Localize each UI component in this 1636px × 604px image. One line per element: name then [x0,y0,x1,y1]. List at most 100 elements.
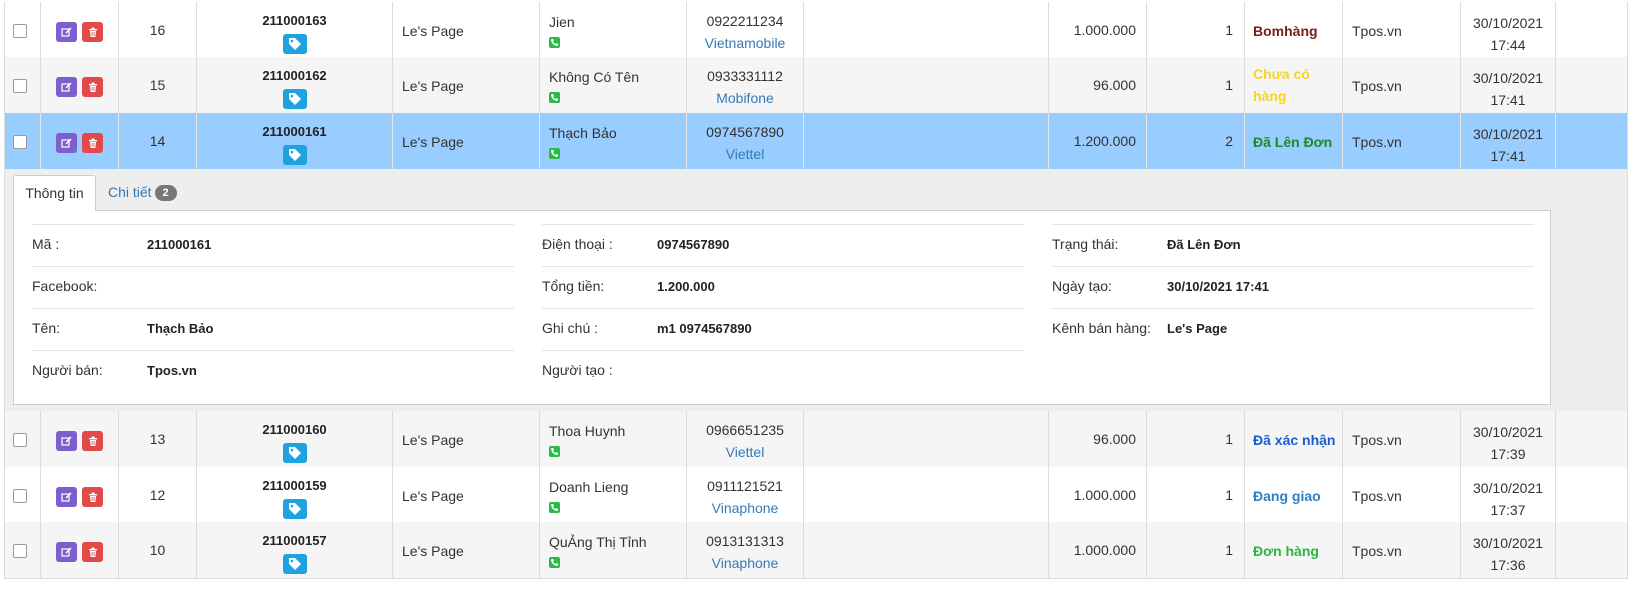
tag-icon [288,38,301,50]
cell-phone: 0966651235 Viettel [687,411,804,468]
tab-detail[interactable]: Chi tiết 2 [108,175,177,211]
detail-field: Người tạo : [542,350,1024,392]
edit-button[interactable] [56,542,77,562]
detail-field: Facebook: [32,266,514,308]
cell-cust: Thạch Bảo [540,113,687,170]
detail-field: Người bán: Tpos.vn [32,350,514,392]
cell-chk [5,467,41,524]
status-label: Đã xác nhận [1253,432,1336,448]
field-label: Điện thoại : [542,236,613,252]
network-link[interactable]: Mobifone [687,90,803,106]
edit-icon [61,435,72,446]
status-label: Đơn hàng [1253,543,1319,559]
field-label: Trạng thái: [1052,236,1119,252]
phone-icon[interactable] [549,148,560,159]
detail-column-2: Điện thoại : 0974567890 Tổng tiền: 1.200.00… [542,224,1024,392]
cell-page: Le's Page [393,57,540,114]
seller-name: Tpos.vn [1352,78,1402,94]
seller-name: Tpos.vn [1352,432,1402,448]
tag-button[interactable] [282,89,307,109]
cell-note [804,522,1049,579]
field-label: Ngày tạo: [1052,278,1112,294]
cell-note [804,411,1049,468]
network-link[interactable]: Vinaphone [687,555,803,571]
table-row[interactable]: 15 211000162 Le's Page Không Có Tên 09333311… [4,57,1628,114]
cell-note [804,2,1049,59]
cell-date: 30/10/2021 17:41 [1461,113,1556,170]
customer-name: QuẢng Thị Tỉnh [549,534,647,550]
customer-name: Thạch Bảo [549,125,617,141]
phone-icon[interactable] [549,37,560,48]
created-date: 30/10/2021 17:36 [1461,532,1555,576]
time-text: 17:41 [1490,148,1526,164]
tag-button[interactable] [282,145,307,165]
edit-button[interactable] [56,487,77,507]
edit-button[interactable] [56,133,77,153]
field-value: 0974567890 [657,237,730,252]
cell-date: 30/10/2021 17:37 [1461,467,1556,524]
cell-seller: Tpos.vn [1343,2,1461,59]
cell-status: Chưa có hàng [1245,57,1343,114]
table-row[interactable]: 12 211000159 Le's Page Doanh Lieng 091112152… [4,467,1628,524]
network-link[interactable]: Viettel [687,444,803,460]
detail-column-1: Mã : 211000161 Facebook: Tên: Thạch Bảo Người… [32,224,514,392]
cell-chk [5,57,41,114]
table-row[interactable]: 13 211000160 Le's Page Thoa Huynh 0966651235… [4,411,1628,468]
phone-icon[interactable] [549,557,560,568]
cell-amount: 1.000.000 [1049,2,1147,59]
table-row[interactable]: 16 211000163 Le's Page Jien 0922211234 Vietna… [4,2,1628,59]
cell-amount: 1.000.000 [1049,467,1147,524]
row-checkbox[interactable] [13,433,27,447]
table-row[interactable]: 10 211000157 Le's Page QuẢng Thị Tỉnh 091313… [4,522,1628,579]
phone-icon[interactable] [549,502,560,513]
tab-info[interactable]: Thông tin [13,175,96,211]
table-row[interactable]: 14 211000161 Le's Page Thạch Bảo 0974567890 V… [4,113,1628,170]
field-value: 30/10/2021 17:41 [1167,279,1269,294]
cell-act [41,2,119,59]
date-text: 30/10/2021 [1472,70,1544,86]
network-link[interactable]: Vinaphone [687,500,803,516]
cell-note [804,57,1049,114]
cell-amount: 96.000 [1049,57,1147,114]
row-checkbox[interactable] [13,79,27,93]
delete-button[interactable] [82,431,103,451]
delete-button[interactable] [82,22,103,42]
edit-button[interactable] [56,77,77,97]
row-checkbox[interactable] [13,24,27,38]
time-text: 17:44 [1490,37,1526,53]
network-link[interactable]: Vietnamobile [687,35,803,51]
phone-icon[interactable] [549,446,560,457]
detail-count-badge: 2 [154,185,177,201]
cell-cust: Không Có Tên [540,57,687,114]
edit-button[interactable] [56,22,77,42]
page-name: Le's Page [402,488,464,504]
phone-number: 0913131313 [706,533,784,549]
cell-date: 30/10/2021 17:44 [1461,2,1556,59]
tag-button[interactable] [282,443,307,463]
tag-button[interactable] [282,499,307,519]
detail-field: Điện thoại : 0974567890 [542,224,1024,266]
network-link[interactable]: Viettel [687,146,803,162]
seller-name: Tpos.vn [1352,543,1402,559]
row-checkbox[interactable] [13,544,27,558]
phone-icon[interactable] [549,92,560,103]
edit-button[interactable] [56,431,77,451]
tag-button[interactable] [282,34,307,54]
field-label: Người tạo : [542,362,613,378]
delete-button[interactable] [82,542,103,562]
delete-button[interactable] [82,133,103,153]
delete-button[interactable] [82,487,103,507]
row-checkbox[interactable] [13,135,27,149]
row-checkbox[interactable] [13,489,27,503]
cell-cust: Thoa Huynh [540,411,687,468]
created-date: 30/10/2021 17:41 [1461,67,1555,111]
tag-button[interactable] [282,554,307,574]
seller-name: Tpos.vn [1352,134,1402,150]
delete-button[interactable] [82,77,103,97]
cell-qty: 2 [1147,113,1245,170]
tag-icon [288,503,301,515]
cell-stt: 13 [119,411,197,468]
cell-page: Le's Page [393,113,540,170]
phone-number: 0911121521 [707,478,783,494]
cell-status: Đã xác nhận [1245,411,1343,468]
